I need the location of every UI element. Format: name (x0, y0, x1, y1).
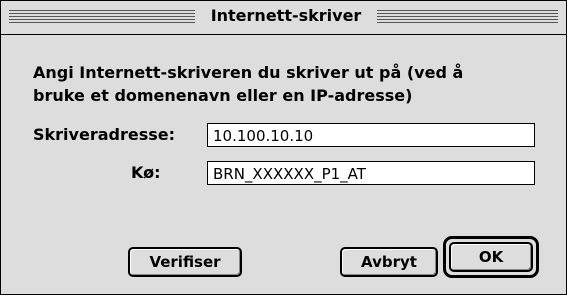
dialog-title: Internett-skriver (195, 6, 377, 26)
title-bar-stripes-left (9, 10, 195, 24)
instruction-text: Angi Internett-skriveren du skriver ut p… (33, 63, 464, 105)
queue-input[interactable]: BRN_XXXXXX_P1_AT (207, 161, 535, 185)
printer-address-label: Skriveradresse: (33, 125, 175, 144)
cancel-button[interactable]: Avbryt (340, 247, 438, 277)
printer-address-input[interactable]: 10.100.10.10 (207, 123, 535, 147)
ok-button[interactable]: OK (449, 242, 533, 272)
queue-label: Kø: (131, 163, 161, 182)
verify-button[interactable]: Verifiser (128, 247, 242, 277)
title-bar-stripes-right (377, 10, 558, 24)
title-bar[interactable]: Internett-skriver (1, 1, 566, 35)
printer-dialog: Internett-skriver Angi Internett-skriver… (0, 0, 567, 295)
